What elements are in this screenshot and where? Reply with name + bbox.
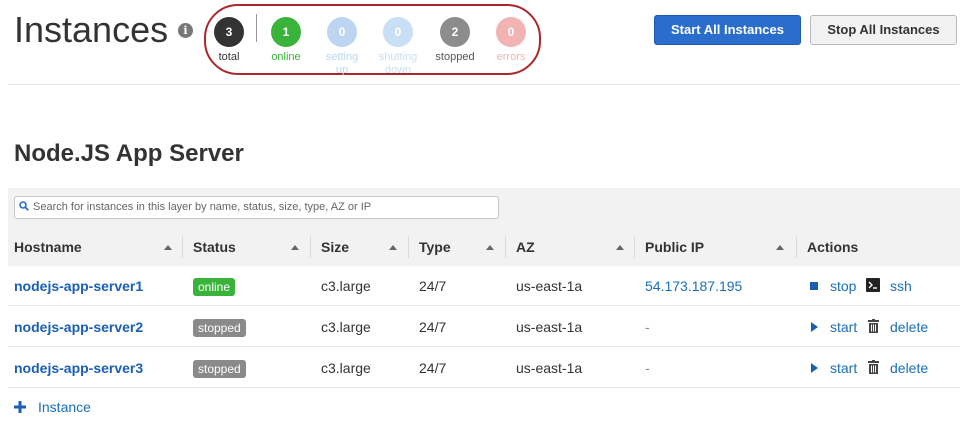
column-divider <box>408 236 409 258</box>
hostname-link[interactable]: nodejs-app-server2 <box>14 307 143 347</box>
table-row: nodejs-app-server2 stopped c3.large 24/7… <box>8 307 960 347</box>
play-icon <box>811 322 818 332</box>
type-cell: 24/7 <box>419 278 447 294</box>
header-divider <box>8 84 960 85</box>
stat-total-label: total <box>218 51 240 63</box>
type-cell: 24/7 <box>419 319 447 335</box>
stat-online-count: 1 <box>271 17 301 47</box>
sort-type-icon[interactable] <box>486 245 494 250</box>
delete-action-link[interactable]: delete <box>890 348 928 388</box>
stat-setting-up[interactable]: 0 setting up <box>312 17 372 77</box>
sort-az-icon[interactable] <box>616 245 624 250</box>
stop-all-instances-button[interactable]: Stop All Instances <box>810 15 957 45</box>
start-action-link[interactable]: start <box>830 348 857 388</box>
stat-stopped[interactable]: 2 stopped <box>425 17 485 64</box>
search-placeholder: Search for instances in this layer by na… <box>33 201 372 213</box>
instances-table: Search for instances in this layer by na… <box>8 188 960 388</box>
public-ip-cell: - <box>645 360 650 376</box>
stop-icon <box>810 282 818 290</box>
add-instance-label: Instance <box>38 399 91 415</box>
column-divider <box>505 236 506 258</box>
column-header-az[interactable]: AZ <box>516 228 535 266</box>
hostname-link[interactable]: nodejs-app-server3 <box>14 348 143 388</box>
ssh-action-link[interactable]: ssh <box>890 266 912 306</box>
column-header-size[interactable]: Size <box>321 228 349 266</box>
delete-action-link[interactable]: delete <box>890 307 928 347</box>
stat-shutting-down[interactable]: 0 shutting down <box>368 17 428 77</box>
column-header-hostname[interactable]: Hostname <box>14 228 82 266</box>
size-cell: c3.large <box>321 278 371 294</box>
table-row: nodejs-app-server1 online c3.large 24/7 … <box>8 266 960 306</box>
stat-stopped-count: 2 <box>440 17 470 47</box>
status-badge: online <box>193 278 236 297</box>
sort-public-ip-icon[interactable] <box>776 245 784 250</box>
column-header-type[interactable]: Type <box>419 228 451 266</box>
column-divider <box>796 236 797 258</box>
page-title: Instances <box>14 9 169 50</box>
play-icon <box>811 363 818 373</box>
trash-icon <box>868 360 879 374</box>
sort-status-icon[interactable] <box>291 245 299 250</box>
stat-total-count: 3 <box>214 17 244 47</box>
search-icon <box>19 201 29 211</box>
size-cell: c3.large <box>321 319 371 335</box>
column-divider <box>182 236 183 258</box>
plus-icon <box>14 401 26 413</box>
stat-online-label: online <box>271 51 301 63</box>
column-header-status[interactable]: Status <box>193 228 236 266</box>
sort-size-icon[interactable] <box>389 245 397 250</box>
stat-errors-count: 0 <box>496 17 526 47</box>
terminal-icon <box>866 278 880 292</box>
stat-online[interactable]: 1 online <box>256 17 316 64</box>
search-bar: Search for instances in this layer by na… <box>8 188 960 228</box>
hostname-link[interactable]: nodejs-app-server1 <box>14 266 143 306</box>
trash-icon <box>868 319 879 333</box>
layer-title: Node.JS App Server <box>14 140 244 167</box>
stat-errors[interactable]: 0 errors <box>481 17 541 64</box>
az-cell: us-east-1a <box>516 319 583 335</box>
stat-shutting-down-count: 0 <box>383 17 413 47</box>
start-action-link[interactable]: start <box>830 307 857 347</box>
column-header-public-ip[interactable]: Public IP <box>645 228 704 266</box>
status-badge: stopped <box>193 360 246 379</box>
column-header-actions: Actions <box>807 239 859 255</box>
sort-hostname-icon[interactable] <box>164 245 172 250</box>
az-cell: us-east-1a <box>516 278 583 294</box>
size-cell: c3.large <box>321 360 371 376</box>
public-ip-link[interactable]: 54.173.187.195 <box>645 266 742 306</box>
column-divider <box>634 236 635 258</box>
stat-setting-up-count: 0 <box>327 17 357 47</box>
stat-errors-label: errors <box>496 51 526 63</box>
type-cell: 24/7 <box>419 360 447 376</box>
add-instance-link[interactable]: Instance <box>14 397 91 417</box>
stat-shutting-down-label: shutting down <box>378 51 418 76</box>
start-all-instances-button[interactable]: Start All Instances <box>654 15 801 45</box>
stat-setting-up-label: setting up <box>325 51 359 76</box>
public-ip-cell: - <box>645 319 650 335</box>
table-row: nodejs-app-server3 stopped c3.large 24/7… <box>8 348 960 388</box>
stop-action-link[interactable]: stop <box>830 266 856 306</box>
info-icon[interactable]: i <box>178 23 193 38</box>
column-divider <box>310 236 311 258</box>
table-header: Hostname Status Size Type AZ Public IP A… <box>8 228 960 266</box>
status-badge: stopped <box>193 319 246 338</box>
stat-stopped-label: stopped <box>435 51 475 63</box>
stat-total[interactable]: 3 total <box>199 17 259 64</box>
search-input[interactable]: Search for instances in this layer by na… <box>14 196 499 219</box>
az-cell: us-east-1a <box>516 360 583 376</box>
